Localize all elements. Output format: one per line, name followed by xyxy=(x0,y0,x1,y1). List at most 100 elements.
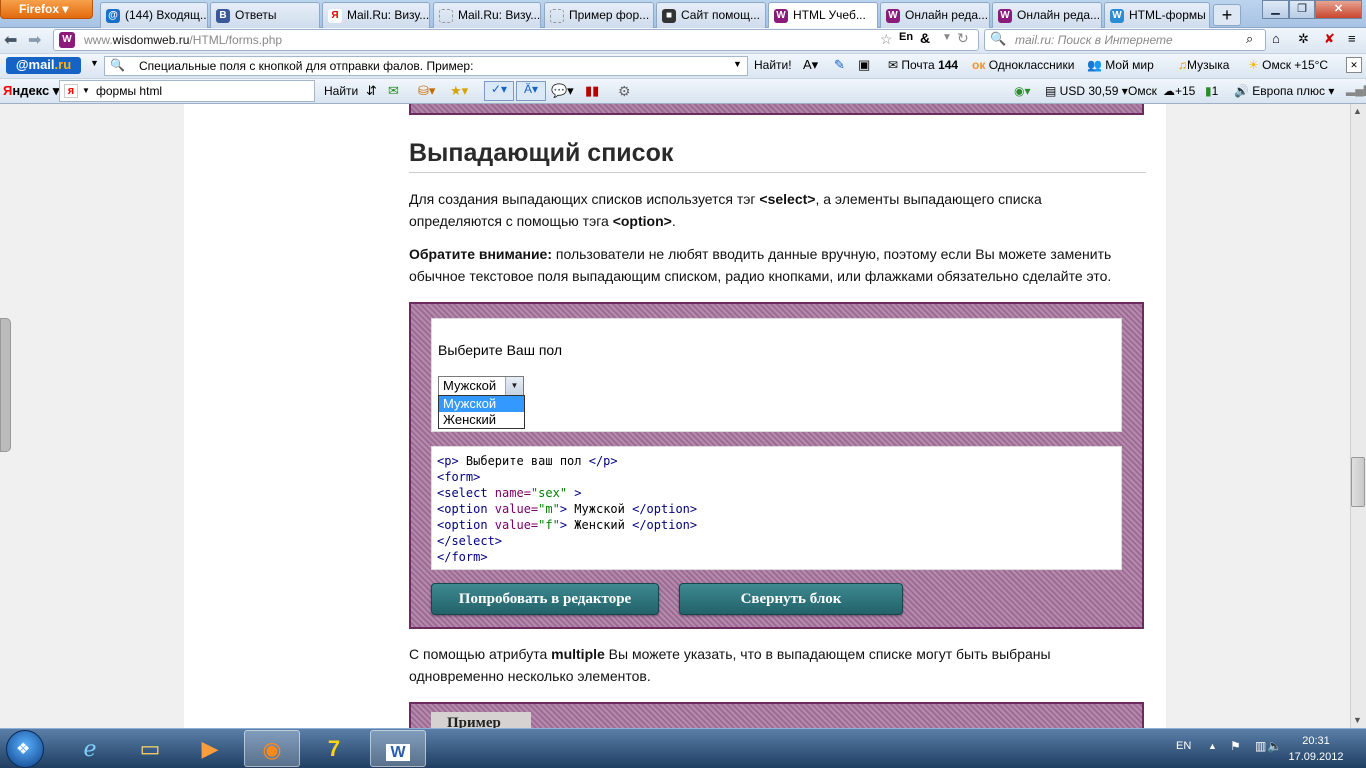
books-icon[interactable]: ▮▮ xyxy=(585,83,599,101)
intro-paragraph: Для создания выпадающих списков использу… xyxy=(409,191,1042,229)
tab-favicon: W xyxy=(774,9,788,23)
tab-3[interactable]: Я Mail.Ru: Визу... xyxy=(322,2,430,28)
comment-icon[interactable]: 💬▾ xyxy=(551,83,574,101)
mailru-logo[interactable]: @mail.ru xyxy=(6,57,81,74)
back-arrow-icon[interactable]: ⬅ xyxy=(4,30,17,50)
option-male[interactable]: Мужской xyxy=(439,396,524,412)
addon-icon[interactable]: ✲ xyxy=(1298,31,1309,47)
yandex-find-button[interactable]: Найти xyxy=(324,84,358,102)
temperature-widget[interactable]: ☁+15 xyxy=(1163,84,1195,102)
home-icon[interactable]: ⌂ xyxy=(1272,31,1280,46)
search-engine-icon[interactable]: 🔍 xyxy=(110,58,125,72)
minimize-icon[interactable]: ▁ xyxy=(1262,0,1289,19)
my-world-link[interactable]: 👥 Мой мир xyxy=(1087,58,1154,76)
star-icon[interactable]: ★▾ xyxy=(450,83,468,101)
music-link[interactable]: ♫Музыка xyxy=(1178,58,1229,76)
tab-favicon: ■ xyxy=(662,9,676,23)
tab-9[interactable]: W Онлайн реда... xyxy=(992,2,1102,28)
tab-favicon: W xyxy=(998,9,1012,23)
scroll-up-icon[interactable]: ▲ xyxy=(1353,106,1362,116)
radio-widget[interactable]: 🔊 Европа плюс ▾ xyxy=(1234,84,1334,102)
search-icon[interactable]: ⌕ xyxy=(1246,31,1253,47)
dropdown-arrow-icon[interactable]: ▼ xyxy=(82,86,90,95)
scroll-down-icon[interactable]: ▼ xyxy=(1353,715,1362,725)
translate-icon[interactable]: Ä▾ xyxy=(516,81,546,101)
tab-favicon: W xyxy=(886,9,900,23)
sync-icon[interactable]: ◉▾ xyxy=(1014,84,1031,102)
vertical-scrollbar[interactable] xyxy=(1350,104,1366,728)
reload-icon[interactable]: ↻ xyxy=(957,30,969,47)
yandex-search-icon[interactable]: я xyxy=(64,84,78,98)
bookmarks-icon[interactable]: ⇵ xyxy=(366,83,377,101)
dropdown-arrow-icon[interactable]: ▼ xyxy=(90,58,99,68)
tab-7-active[interactable]: W HTML Учеб... xyxy=(768,2,878,28)
odnoklassniki-link[interactable]: ок Одноклассники xyxy=(972,58,1074,76)
keyboard-language[interactable]: EN xyxy=(1176,740,1191,752)
ampersand-icon[interactable]: & xyxy=(920,30,930,46)
mailru-search-engine-icon[interactable]: 🔍 xyxy=(990,31,1006,47)
menu-icon[interactable]: ≡ xyxy=(1348,31,1356,46)
yandex-logo[interactable]: Яндекс ▾ xyxy=(3,83,59,99)
multiple-paragraph: С помощью атрибута multiple Вы можете ук… xyxy=(409,646,1051,684)
firefox-menu-button[interactable]: Firefox ▾ xyxy=(0,0,93,19)
tab-6[interactable]: ■ Сайт помощ... xyxy=(656,2,766,28)
mailru-search-input[interactable]: Специальные поля с кнопкой для отправки … xyxy=(104,56,748,76)
tab-favicon: Я xyxy=(328,9,342,23)
weather-widget[interactable]: ☀ Омск +15°C xyxy=(1248,58,1328,76)
tab-favicon: B xyxy=(216,9,230,23)
scrollbar-thumb[interactable] xyxy=(1351,457,1365,507)
highlight-icon[interactable]: ✎ xyxy=(834,57,845,75)
notification-widget[interactable]: ▮1 xyxy=(1205,84,1218,102)
mail-link[interactable]: ✉ Почта 144 xyxy=(888,58,958,76)
flag-icon[interactable]: ⚑ xyxy=(1230,739,1241,753)
code-line-1: <p> Выберите ваш пол </p> xyxy=(437,454,618,468)
word-icon[interactable]: W xyxy=(370,730,426,767)
settings-gear-icon[interactable]: ⚙ xyxy=(618,83,631,101)
search-field[interactable]: mail.ru: Поиск в Интернете xyxy=(984,29,1266,51)
internet-explorer-icon[interactable]: ℯ xyxy=(62,730,118,767)
mail-check-icon[interactable]: ✉ xyxy=(388,83,399,101)
collapse-block-button[interactable]: Свернуть блок xyxy=(679,583,903,615)
forward-arrow-icon[interactable]: ➡ xyxy=(28,30,41,50)
currency-widget[interactable]: ▤ USD 30,59 ▾ xyxy=(1045,84,1128,102)
screenshot-icon[interactable]: ▣ xyxy=(858,57,870,75)
previous-example-box xyxy=(409,104,1144,115)
bookmark-star-icon[interactable]: ☆ xyxy=(880,31,893,48)
network-icon[interactable]: ▥ xyxy=(1255,739,1266,753)
try-in-editor-button[interactable]: Попробовать в редакторе xyxy=(431,583,659,615)
side-panel-toggle[interactable] xyxy=(0,318,11,452)
dropdown-arrow-icon[interactable]: ▼ xyxy=(942,32,952,43)
close-icon[interactable]: ✕ xyxy=(1315,0,1362,19)
code-line-5: <option value="f"> Женский </option> xyxy=(437,518,698,532)
tab-2[interactable]: B Ответы xyxy=(210,2,320,28)
font-size-icon[interactable]: A▾ xyxy=(803,57,818,75)
city-widget[interactable]: Омск xyxy=(1128,84,1157,102)
tray-arrow-icon[interactable]: ▲ xyxy=(1208,741,1217,751)
yandex-search-input[interactable]: формы html xyxy=(59,80,315,102)
chevron-down-icon[interactable]: ▼ xyxy=(505,377,523,395)
code-line-7: </form> xyxy=(437,550,488,564)
tool-icon[interactable]: ✘ xyxy=(1324,31,1335,47)
restore-icon[interactable]: ❐ xyxy=(1289,0,1315,19)
close-toolbar-icon[interactable]: ✕ xyxy=(1346,57,1362,73)
option-female[interactable]: Женский xyxy=(439,412,524,428)
system-clock[interactable]: 20:31 17.09.2012 xyxy=(1286,733,1346,765)
firefox-icon[interactable]: ◉ xyxy=(244,730,300,767)
tab-5[interactable]: Пример фор... xyxy=(544,2,654,28)
new-tab-button[interactable]: + xyxy=(1213,4,1241,26)
volume-icon[interactable]: 🔈 xyxy=(1267,739,1282,753)
spellcheck-icon[interactable]: ✓▾ xyxy=(484,81,514,101)
mailru-find-button[interactable]: Найти! xyxy=(754,58,792,76)
tab-4[interactable]: Mail.Ru: Визу... xyxy=(433,2,541,28)
seven-zip-icon[interactable]: 7 xyxy=(306,730,362,767)
example-preview xyxy=(431,318,1122,432)
bar-addon-icon[interactable]: ⛁▾ xyxy=(418,83,435,101)
tab-10[interactable]: W HTML-формы xyxy=(1104,2,1210,28)
tab-1[interactable]: @ (144) Входящ... xyxy=(100,2,208,28)
note-paragraph: Обратите внимание: пользователи не любят… xyxy=(409,246,1112,284)
file-explorer-icon[interactable]: ▭ xyxy=(122,730,178,767)
media-player-icon[interactable]: ▶ xyxy=(182,730,238,767)
address-bar[interactable]: www.wisdomweb.ru/HTML/forms.php xyxy=(53,29,979,51)
dropdown-arrow-icon[interactable]: ▼ xyxy=(733,59,742,69)
tab-8[interactable]: W Онлайн реда... xyxy=(880,2,990,28)
